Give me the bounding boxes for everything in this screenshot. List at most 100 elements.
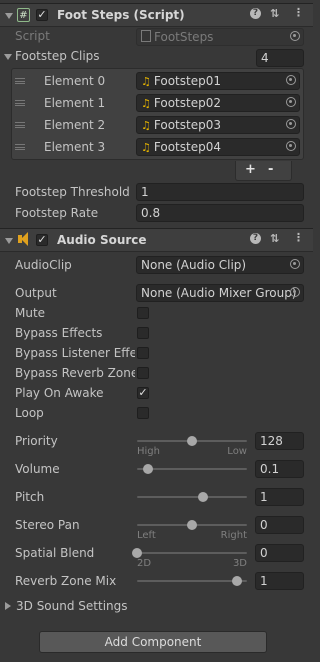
toggle-checkbox[interactable] <box>137 327 149 339</box>
audioclip-label: AudioClip <box>15 258 72 272</box>
audioclip-value: None (Audio Clip) <box>141 258 247 272</box>
remove-element-button[interactable]: - <box>268 162 273 177</box>
list-add-remove <box>235 161 292 181</box>
sound3d-label[interactable]: 3D Sound Settings <box>16 599 128 613</box>
music-note-icon: ♫ <box>141 75 151 88</box>
drag-handle-icon[interactable] <box>15 122 25 128</box>
slider-knob[interactable] <box>187 520 197 530</box>
script-label: Script <box>15 29 50 43</box>
slider-value-field[interactable]: 0 <box>255 516 304 534</box>
footsteps-enabled-checkbox[interactable]: ✓ <box>36 9 48 21</box>
footsteps-header[interactable]: # ✓ Foot Steps (Script) ? ⇅ ⋮ <box>0 3 313 27</box>
toggle-label: Bypass Listener Effects <box>15 346 135 360</box>
script-file-icon <box>141 30 151 42</box>
slider-min-label: High <box>137 446 160 457</box>
add-element-button[interactable]: + <box>245 162 256 177</box>
element-field[interactable]: ♫ Footstep02 <box>136 94 300 112</box>
toggle-checkbox[interactable] <box>137 347 149 359</box>
threshold-label: Footstep Threshold <box>15 185 130 199</box>
toggle-label: Bypass Effects <box>15 326 103 340</box>
object-picker-icon[interactable] <box>286 119 296 129</box>
slider-knob[interactable] <box>198 492 208 502</box>
slider-track[interactable] <box>137 552 247 554</box>
element-label: Element 0 <box>44 74 106 88</box>
output-label: Output <box>15 286 57 300</box>
output-value: None (Audio Mixer Group) <box>141 286 297 300</box>
audio-collapse-chevron-icon[interactable] <box>5 238 13 244</box>
output-field[interactable]: None (Audio Mixer Group) <box>136 284 304 302</box>
element-field[interactable]: ♫ Footstep03 <box>136 116 300 134</box>
object-picker-icon <box>290 31 300 41</box>
footsteps-title: Foot Steps (Script) <box>57 8 185 22</box>
element-label: Element 2 <box>44 118 106 132</box>
toggle-checkbox[interactable]: ✓ <box>137 387 149 399</box>
object-picker-icon[interactable] <box>290 259 300 269</box>
slider-label: Stereo Pan <box>15 518 80 532</box>
slider-label: Reverb Zone Mix <box>15 574 117 588</box>
drag-handle-icon[interactable] <box>15 144 25 150</box>
toggle-checkbox[interactable] <box>137 407 149 419</box>
slider-knob[interactable] <box>232 576 242 586</box>
slider-min-label: Left <box>137 530 156 541</box>
element-value: Footstep03 <box>153 118 221 132</box>
settings-icon[interactable]: ⇅ <box>270 7 279 20</box>
drag-handle-icon[interactable] <box>15 78 25 84</box>
slider-value-field[interactable]: 1 <box>255 488 304 506</box>
slider-max-label: Right <box>220 530 247 541</box>
add-component-button[interactable]: Add Component <box>39 631 267 653</box>
more-icon[interactable]: ⋮ <box>293 6 304 19</box>
music-note-icon: ♫ <box>141 97 151 110</box>
toggle-label: Bypass Reverb Zones <box>15 366 135 380</box>
slider-track[interactable] <box>137 468 247 470</box>
clips-chevron-icon[interactable] <box>4 54 12 60</box>
slider-min-label: 2D <box>137 558 152 569</box>
slider-label: Priority <box>15 434 58 448</box>
settings-icon[interactable]: ⇅ <box>270 232 279 245</box>
clips-label[interactable]: Footstep Clips <box>15 49 100 63</box>
clips-count-field[interactable]: 4 <box>256 49 304 67</box>
more-icon[interactable]: ⋮ <box>293 231 304 244</box>
slider-knob[interactable] <box>187 436 197 446</box>
drag-handle-icon[interactable] <box>15 100 25 106</box>
object-picker-icon[interactable] <box>286 141 296 151</box>
threshold-field[interactable]: 1 <box>136 183 304 201</box>
music-note-icon: ♫ <box>141 141 151 154</box>
slider-value-field[interactable]: 1 <box>255 572 304 590</box>
audio-title: Audio Source <box>57 233 147 247</box>
slider-track[interactable] <box>137 580 247 582</box>
rate-field[interactable]: 0.8 <box>136 204 304 222</box>
slider-label: Pitch <box>15 490 45 504</box>
toggle-checkbox[interactable] <box>137 307 149 319</box>
element-value: Footstep01 <box>153 74 221 88</box>
script-value: FootSteps <box>154 30 214 44</box>
slider-max-label: 3D <box>232 558 247 569</box>
toggle-label: Mute <box>15 306 46 320</box>
script-field: FootSteps <box>136 28 304 46</box>
toggle-label: Play On Awake <box>15 386 104 400</box>
element-field[interactable]: ♫ Footstep04 <box>136 138 300 156</box>
slider-track[interactable] <box>137 496 247 498</box>
collapse-chevron-icon[interactable] <box>5 13 13 19</box>
audio-icon-cone <box>21 232 28 246</box>
slider-knob[interactable] <box>132 548 142 558</box>
element-label: Element 3 <box>44 140 106 154</box>
audio-header[interactable]: ✓ Audio Source ? ⇅ ⋮ <box>0 228 313 252</box>
help-icon[interactable]: ? <box>250 233 261 244</box>
element-field[interactable]: ♫ Footstep01 <box>136 72 300 90</box>
toggle-checkbox[interactable] <box>137 367 149 379</box>
music-note-icon: ♫ <box>141 119 151 132</box>
slider-value-field[interactable]: 0.1 <box>255 460 304 478</box>
audioclip-field[interactable]: None (Audio Clip) <box>136 256 304 274</box>
object-picker-icon[interactable] <box>290 287 300 297</box>
rate-label: Footstep Rate <box>15 206 99 220</box>
sound3d-chevron-icon[interactable] <box>5 602 11 610</box>
slider-label: Volume <box>15 462 60 476</box>
slider-knob[interactable] <box>143 464 153 474</box>
element-value: Footstep04 <box>153 140 221 154</box>
object-picker-icon[interactable] <box>286 97 296 107</box>
object-picker-icon[interactable] <box>286 75 296 85</box>
slider-value-field[interactable]: 128 <box>255 432 304 450</box>
slider-value-field[interactable]: 0 <box>255 544 304 562</box>
help-icon[interactable]: ? <box>250 8 261 19</box>
audio-enabled-checkbox[interactable]: ✓ <box>36 234 48 246</box>
